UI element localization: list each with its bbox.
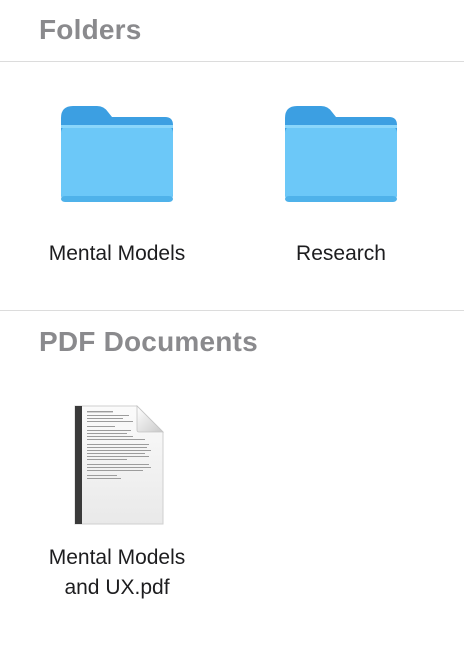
file-item-mental-models-and-ux-pdf[interactable]: Mental Models and UX.pdf (17, 400, 217, 603)
folder-label: Mental Models (48, 242, 186, 265)
section-title-pdf-documents: PDF Documents (39, 326, 258, 357)
section-title-folders: Folders (39, 14, 142, 45)
folder-item-mental-models[interactable]: Mental Models (17, 98, 217, 269)
folder-item-research[interactable]: Research (241, 98, 441, 269)
finder-icon-view: Folders Mental Models Research PDF Docum… (0, 0, 464, 654)
section-divider (0, 310, 464, 311)
pdf-document-icon (74, 405, 164, 525)
file-label: Mental Models and UX.pdf (48, 546, 186, 599)
folder-label: Research (296, 242, 386, 265)
folder-icon (285, 106, 397, 202)
folder-icon (61, 106, 173, 202)
section-divider (0, 61, 464, 62)
